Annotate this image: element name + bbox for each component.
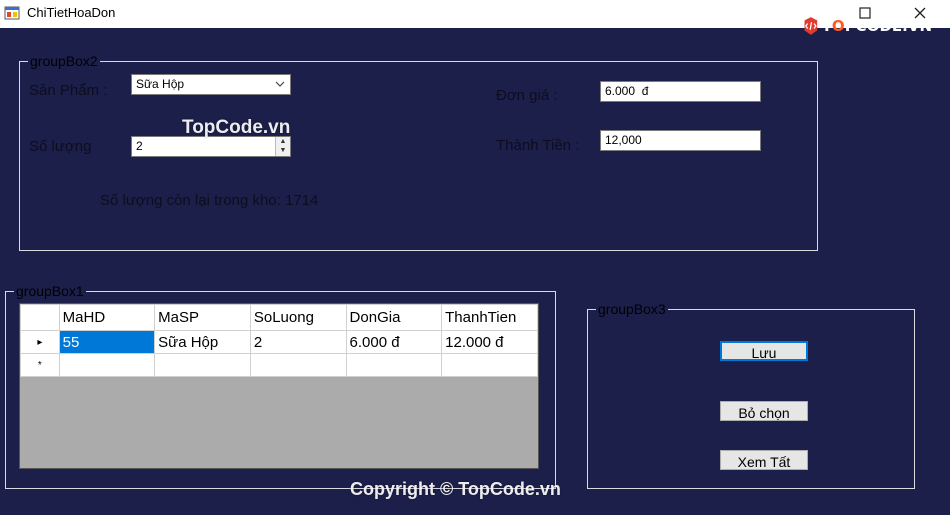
new-row-indicator-icon[interactable]: *: [20, 353, 60, 377]
bo-chon-button-label: Bỏ chọn: [738, 405, 790, 421]
san-pham-value: Sữa Hộp: [136, 77, 185, 91]
data-grid[interactable]: MaHD MaSP SoLuong DonGia ThanhTien ▸ 55 …: [19, 303, 539, 469]
new-cell[interactable]: [249, 353, 347, 377]
column-header-dongia[interactable]: DonGia: [345, 304, 443, 331]
cell-mahd[interactable]: 55: [58, 330, 156, 354]
topcode-logo-icon: [804, 17, 818, 35]
groupbox2-title: groupBox2: [28, 53, 100, 69]
luu-button-label: Lưu: [751, 345, 777, 361]
watermark-bottom: Copyright © TopCode.vn: [350, 479, 561, 499]
current-row-indicator-icon[interactable]: ▸: [20, 330, 60, 354]
cell-dongia[interactable]: 6.000 đ: [345, 330, 443, 354]
grid-header-row: MaHD MaSP SoLuong DonGia ThanhTien: [20, 304, 538, 331]
chevron-down-icon: [275, 81, 285, 87]
column-header-masp[interactable]: MaSP: [154, 304, 251, 331]
new-cell[interactable]: [345, 353, 443, 377]
new-cell[interactable]: [58, 353, 156, 377]
column-header-soluong[interactable]: SoLuong: [249, 304, 347, 331]
bo-chon-button[interactable]: Bỏ chọn: [720, 401, 808, 421]
so-luong-label: Số lượng: [29, 138, 92, 155]
groupbox3-title: groupBox3: [596, 301, 668, 317]
ton-kho-text: Số lượng còn lại trong kho: 1714: [100, 192, 319, 209]
new-cell[interactable]: [154, 353, 251, 377]
watermark-center: TopCode.vn: [182, 117, 291, 138]
xem-tat-button-label: Xem Tất: [737, 454, 791, 470]
thanh-tien-label: Thành Tiền :: [496, 137, 580, 154]
don-gia-label: Đơn giá :: [496, 87, 558, 104]
groupbox1-title: groupBox1: [14, 283, 86, 299]
table-row[interactable]: ▸ 55 Sữa Hộp 2 6.000 đ 12.000 đ: [20, 330, 538, 354]
luu-button[interactable]: Lưu: [720, 341, 808, 361]
thanh-tien-field[interactable]: 12,000: [600, 130, 761, 151]
column-header-mahd[interactable]: MaHD: [58, 304, 156, 331]
data-grid-table: MaHD MaSP SoLuong DonGia ThanhTien ▸ 55 …: [20, 304, 538, 377]
stepper-buttons: ▲ ▼: [275, 137, 290, 156]
xem-tat-button[interactable]: Xem Tất: [720, 450, 808, 470]
topcode-logo-text: TOPCODE.VN: [821, 17, 932, 35]
cell-thanhtien[interactable]: 12.000 đ: [441, 330, 538, 354]
new-cell[interactable]: [441, 353, 538, 377]
stepper-down-button[interactable]: ▼: [276, 146, 290, 155]
so-luong-value: 2: [136, 139, 143, 153]
so-luong-stepper[interactable]: 2 ▲ ▼: [131, 136, 291, 157]
column-header-thanhtien[interactable]: ThanhTien: [441, 304, 538, 331]
topcode-logo: TOPCODE.VN: [802, 8, 932, 44]
don-gia-field[interactable]: 6.000 đ: [600, 81, 761, 102]
thanh-tien-value: 12,000: [605, 133, 642, 147]
new-row[interactable]: *: [20, 353, 538, 377]
san-pham-combobox[interactable]: Sữa Hộp: [131, 74, 291, 95]
app-icon: [4, 6, 20, 20]
grid-corner-header[interactable]: [20, 304, 60, 331]
san-pham-label: Sản Phẩm :: [29, 82, 108, 99]
don-gia-value: 6.000 đ: [605, 84, 649, 98]
cell-masp[interactable]: Sữa Hộp: [154, 330, 251, 354]
window-title: ChiTietHoaDon: [27, 5, 116, 20]
cell-soluong[interactable]: 2: [249, 330, 347, 354]
